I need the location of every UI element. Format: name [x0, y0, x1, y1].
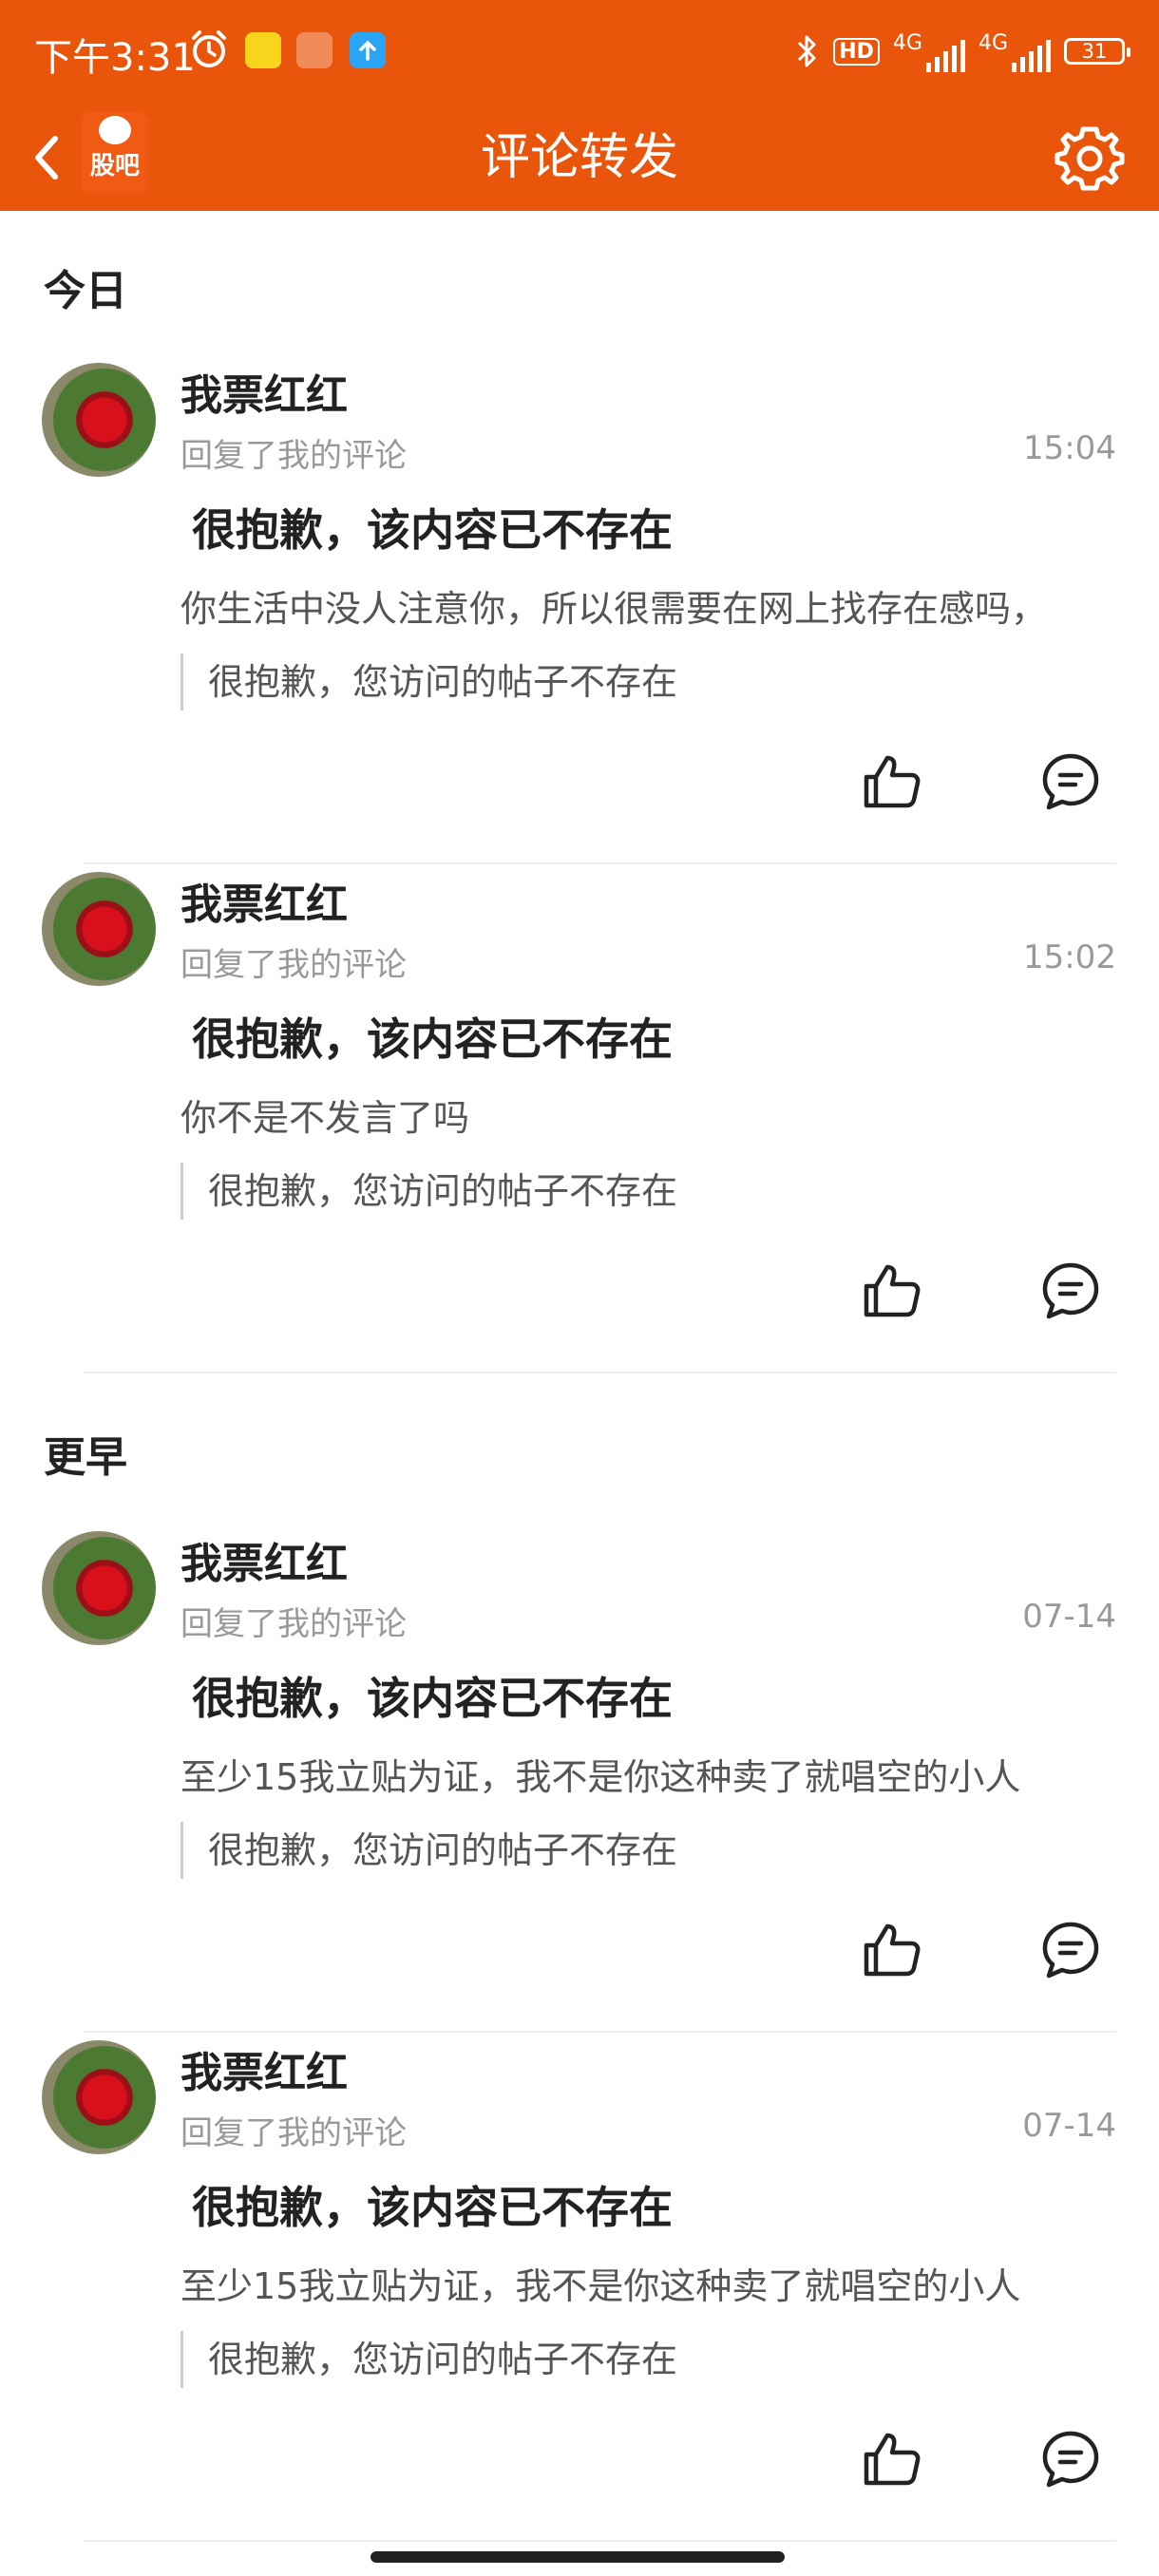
like-thumbs-up-icon[interactable]	[861, 1260, 923, 1322]
reply-text[interactable]: 至少15我立贴为证，我不是你这种卖了就唱空的小人	[180, 2257, 1020, 2309]
bluetooth-icon	[798, 35, 816, 67]
deleted-notice: 很抱歉，该内容已不存在	[192, 1013, 673, 1065]
logo-mascot-icon	[99, 116, 131, 144]
avatar[interactable]	[42, 872, 156, 986]
username[interactable]: 我票红红	[180, 870, 348, 931]
app-icon-orange	[296, 32, 332, 68]
username[interactable]: 我票红红	[180, 2038, 348, 2099]
comment-icon[interactable]	[1039, 750, 1102, 813]
reply-text[interactable]: 至少15我立贴为证，我不是你这种卖了就唱空的小人	[180, 1748, 1020, 1800]
status-time: 下午3:31	[34, 36, 196, 80]
reply-text[interactable]: 你不是不发言了吗	[180, 1089, 469, 1141]
avatar[interactable]	[42, 2040, 156, 2154]
nav-bar: 评论转发 股吧	[0, 104, 1159, 211]
username[interactable]: 我票红红	[180, 361, 348, 422]
like-thumbs-up-icon[interactable]	[861, 750, 923, 813]
quoted-post[interactable]: 很抱歉，您访问的帖子不存在	[180, 653, 677, 710]
avatar[interactable]	[42, 1531, 156, 1645]
status-bar: 下午3:31 HD 4G 4G 31	[0, 0, 1159, 104]
quoted-post[interactable]: 很抱歉，您访问的帖子不存在	[180, 2331, 677, 2388]
reply-subtitle: 回复了我的评论	[180, 946, 407, 984]
reply-subtitle: 回复了我的评论	[180, 437, 407, 475]
logo-text: 股吧	[89, 152, 140, 180]
signal-4g-icon: 4G	[978, 31, 1051, 72]
reply-subtitle: 回复了我的评论	[180, 1605, 407, 1643]
header: 下午3:31 HD 4G 4G 31 评论转发 股吧	[0, 0, 1159, 211]
guba-logo[interactable]: 股吧	[82, 112, 148, 194]
app-icon-blue	[350, 32, 386, 68]
upload-icon	[359, 40, 376, 61]
reply-subtitle: 回复了我的评论	[180, 2114, 407, 2152]
quoted-post[interactable]: 很抱歉，您访问的帖子不存在	[180, 1822, 677, 1879]
deleted-notice: 很抱歉，该内容已不存在	[192, 1673, 673, 1724]
reply-text[interactable]: 你生活中没人注意你，所以很需要在网上找存在感吗，	[180, 579, 1047, 632]
comment-icon[interactable]	[1039, 2428, 1102, 2491]
timestamp: 07-14	[1022, 2107, 1116, 2145]
app-icon-yellow	[245, 32, 281, 68]
comment-icon[interactable]	[1039, 1919, 1102, 1981]
timestamp: 07-14	[1022, 1598, 1116, 1636]
alarm-icon	[192, 30, 226, 67]
username[interactable]: 我票红红	[180, 1529, 348, 1590]
back-arrow-icon[interactable]	[27, 129, 65, 186]
signal-4g-icon: 4G	[893, 31, 965, 72]
like-thumbs-up-icon[interactable]	[861, 2428, 923, 2491]
like-thumbs-up-icon[interactable]	[861, 1919, 923, 1981]
timestamp: 15:02	[1023, 938, 1116, 976]
hd-icon: HD	[833, 37, 880, 66]
comment-icon[interactable]	[1039, 1260, 1102, 1322]
quoted-post[interactable]: 很抱歉，您访问的帖子不存在	[180, 1163, 677, 1220]
divider	[84, 2031, 1116, 2033]
divider	[84, 1372, 1116, 1373]
status-right: HD 4G 4G 31	[793, 27, 1130, 76]
avatar[interactable]	[42, 363, 156, 477]
section-today: 今日	[44, 267, 127, 315]
deleted-notice: 很抱歉，该内容已不存在	[192, 2182, 673, 2233]
page-title: 评论转发	[480, 129, 678, 186]
timestamp: 15:04	[1023, 429, 1116, 467]
deleted-notice: 很抱歉，该内容已不存在	[192, 504, 673, 556]
divider	[84, 862, 1116, 864]
battery-icon: 31	[1064, 38, 1130, 65]
divider	[84, 2540, 1116, 2542]
settings-gear-icon[interactable]	[1049, 118, 1130, 199]
home-indicator[interactable]	[370, 2551, 785, 2563]
section-earlier: 更早	[44, 1433, 127, 1482]
